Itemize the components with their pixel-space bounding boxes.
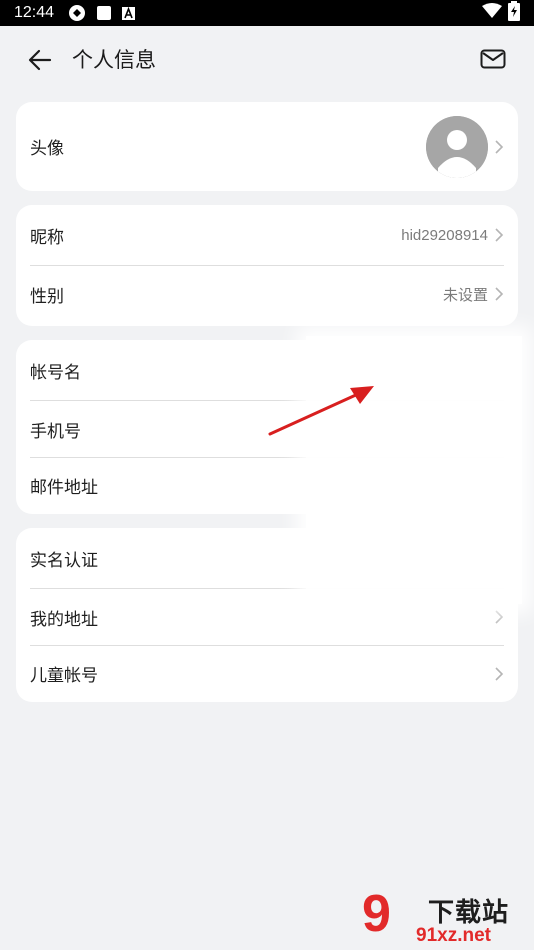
battery-charging-icon bbox=[508, 1, 520, 25]
avatar-label: 头像 bbox=[30, 139, 64, 159]
back-button[interactable] bbox=[26, 46, 54, 74]
child-account-label: 儿童帐号 bbox=[30, 666, 98, 686]
gender-value: 未设置 bbox=[442, 286, 488, 304]
status-bar: 12:44 bbox=[0, 0, 534, 26]
watermark-url: 91xz.net bbox=[416, 925, 491, 946]
default-avatar-icon bbox=[426, 115, 488, 178]
child-account-row[interactable]: 儿童帐号 bbox=[30, 645, 504, 701]
phone-label: 手机号 bbox=[30, 421, 81, 442]
redacted-area bbox=[306, 336, 522, 604]
site-watermark: 9 下载站 91xz.net bbox=[356, 888, 534, 950]
avatar[interactable] bbox=[426, 115, 488, 178]
status-time: 12:44 bbox=[14, 4, 55, 21]
watermark-title: 下载站 bbox=[428, 898, 510, 928]
my-address-label: 我的地址 bbox=[30, 609, 98, 630]
gender-label: 性别 bbox=[30, 286, 64, 307]
real-name-label: 实名认证 bbox=[30, 550, 98, 571]
watermark-logo: 9 bbox=[362, 885, 391, 943]
email-label: 邮件地址 bbox=[30, 478, 98, 498]
a-badge-icon bbox=[122, 6, 136, 20]
nickname-label: 昵称 bbox=[30, 227, 64, 248]
nickname-value: hid29208914 bbox=[401, 226, 488, 244]
profile-basic-card: 昵称 hid29208914 性别 未设置 bbox=[16, 205, 518, 326]
chevron-right-icon bbox=[494, 286, 504, 302]
annotation-arrow bbox=[262, 378, 382, 446]
mail-icon bbox=[480, 49, 506, 69]
mail-button[interactable] bbox=[478, 45, 508, 73]
chevron-right-icon bbox=[494, 139, 504, 155]
sync-icon bbox=[68, 4, 86, 22]
account-name-label: 帐号名 bbox=[30, 362, 81, 383]
chevron-right-icon bbox=[494, 227, 504, 243]
square-icon bbox=[96, 5, 112, 21]
chevron-right-icon bbox=[494, 609, 504, 625]
page-title: 个人信息 bbox=[72, 48, 156, 72]
avatar-row[interactable]: 头像 bbox=[30, 102, 504, 191]
nickname-row[interactable]: 昵称 hid29208914 bbox=[30, 205, 504, 265]
app-header: 个人信息 bbox=[0, 26, 534, 90]
chevron-right-icon bbox=[494, 666, 504, 682]
wifi-icon bbox=[482, 3, 502, 23]
avatar-card: 头像 bbox=[16, 102, 518, 191]
gender-row[interactable]: 性别 未设置 bbox=[30, 265, 504, 322]
back-arrow-icon bbox=[28, 49, 52, 71]
